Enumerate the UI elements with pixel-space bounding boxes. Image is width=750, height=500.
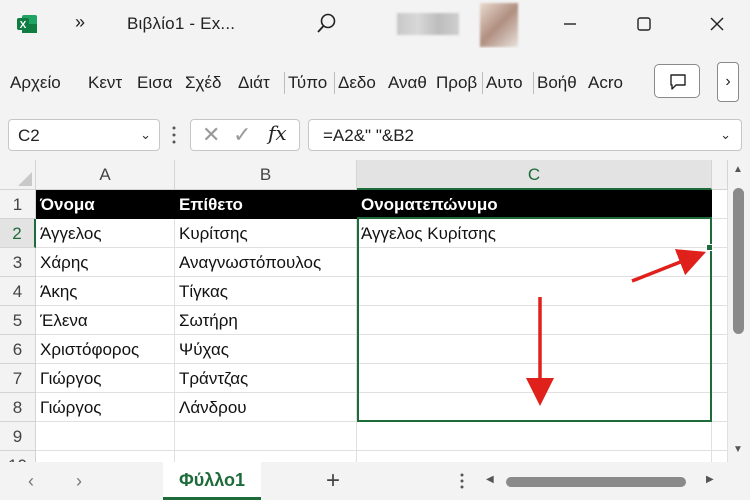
search-icon[interactable] <box>313 11 339 37</box>
ribbon-tabs: Αρχείο Κεντ Εισα Σχέδ Διάτ Τύπο Δεδο Ανα… <box>0 48 750 108</box>
sheet-bar: ‹ › Φύλλο1 + ◀ ▶ <box>0 462 750 500</box>
worksheet-grid[interactable]: A B C 1 Όνομα Επίθετο Ονοματεπώνυμο 2 Άγγελος Κυρ… <box>0 160 728 462</box>
close-icon[interactable] <box>703 10 731 38</box>
tab-separator <box>533 72 534 94</box>
account-name-redacted <box>397 13 459 35</box>
scroll-right-icon[interactable]: ▶ <box>706 474 714 485</box>
annotation-arrows <box>526 249 707 406</box>
scroll-up-icon[interactable]: ▲ <box>733 164 743 175</box>
excel-logo-icon[interactable]: X <box>16 13 38 35</box>
vertical-scrollbar[interactable]: ▲ ▼ <box>728 160 750 462</box>
tab-data[interactable]: Δεδο <box>338 73 382 93</box>
svg-text:X: X <box>20 20 27 31</box>
tab-separator <box>334 72 335 94</box>
sheet-nav-next-icon[interactable]: › <box>76 471 82 492</box>
comments-button[interactable] <box>654 64 700 98</box>
sheet-tab-1[interactable]: Φύλλο1 <box>163 462 261 500</box>
tab-separator <box>284 72 285 94</box>
title-bar: X » Βιβλίο1 - Ex... <box>0 0 750 48</box>
sheet-nav-prev-icon[interactable]: ‹ <box>28 471 34 492</box>
scroll-down-icon[interactable]: ▼ <box>733 444 743 455</box>
tab-page-layout[interactable]: Διάτ <box>238 73 282 93</box>
tab-view[interactable]: Προβ <box>436 73 480 93</box>
tab-review[interactable]: Αναθ <box>388 73 431 93</box>
more-vertical-icon[interactable] <box>172 124 176 146</box>
document-title: Βιβλίο1 - Ex... <box>127 14 236 33</box>
horizontal-scrollbar[interactable]: ◀ ▶ <box>484 474 720 488</box>
name-box-value: C2 <box>18 126 40 145</box>
add-sheet-icon[interactable]: + <box>326 467 340 495</box>
tab-separator <box>482 72 483 94</box>
tab-file[interactable]: Αρχείο <box>10 73 78 93</box>
more-vertical-icon[interactable] <box>460 472 464 490</box>
formula-bar: C2 ⌄ ✕ ✓ fx =A2&" "&B2 ⌄ <box>0 108 750 160</box>
overflow-chevron-icon[interactable]: » <box>75 12 85 33</box>
horizontal-scroll-thumb[interactable] <box>506 477 686 487</box>
tab-help[interactable]: Βοήθ <box>537 73 582 93</box>
ribbon-more-button[interactable]: › <box>717 62 739 102</box>
formula-text: =A2&" "&B2 <box>323 126 414 145</box>
arrow-to-fill-handle <box>631 249 707 283</box>
insert-function-button[interactable]: fx <box>268 121 287 145</box>
tab-acrobat[interactable]: Acro <box>588 73 632 93</box>
tab-formulas[interactable]: Τύπο <box>288 73 332 93</box>
tab-insert[interactable]: Εισα <box>137 73 179 93</box>
minimize-icon[interactable] <box>556 10 584 38</box>
formula-input[interactable]: =A2&" "&B2 ⌄ <box>308 119 742 151</box>
scroll-left-icon[interactable]: ◀ <box>486 474 494 485</box>
tab-automate[interactable]: Αυτο <box>486 73 531 93</box>
chevron-down-icon[interactable]: ⌄ <box>720 127 731 143</box>
formula-controls: ✕ ✓ fx <box>190 119 300 151</box>
chevron-down-icon[interactable]: ⌄ <box>140 127 151 143</box>
cancel-icon[interactable]: ✕ <box>202 122 220 148</box>
check-icon[interactable]: ✓ <box>233 122 251 148</box>
maximize-icon[interactable] <box>630 10 658 38</box>
name-box[interactable]: C2 ⌄ <box>8 119 160 151</box>
vertical-scroll-thumb[interactable] <box>733 188 744 334</box>
avatar[interactable] <box>480 3 518 47</box>
tab-home[interactable]: Κεντ <box>88 73 132 93</box>
tab-draw[interactable]: Σχέδ <box>185 73 231 93</box>
comment-icon <box>670 74 686 90</box>
